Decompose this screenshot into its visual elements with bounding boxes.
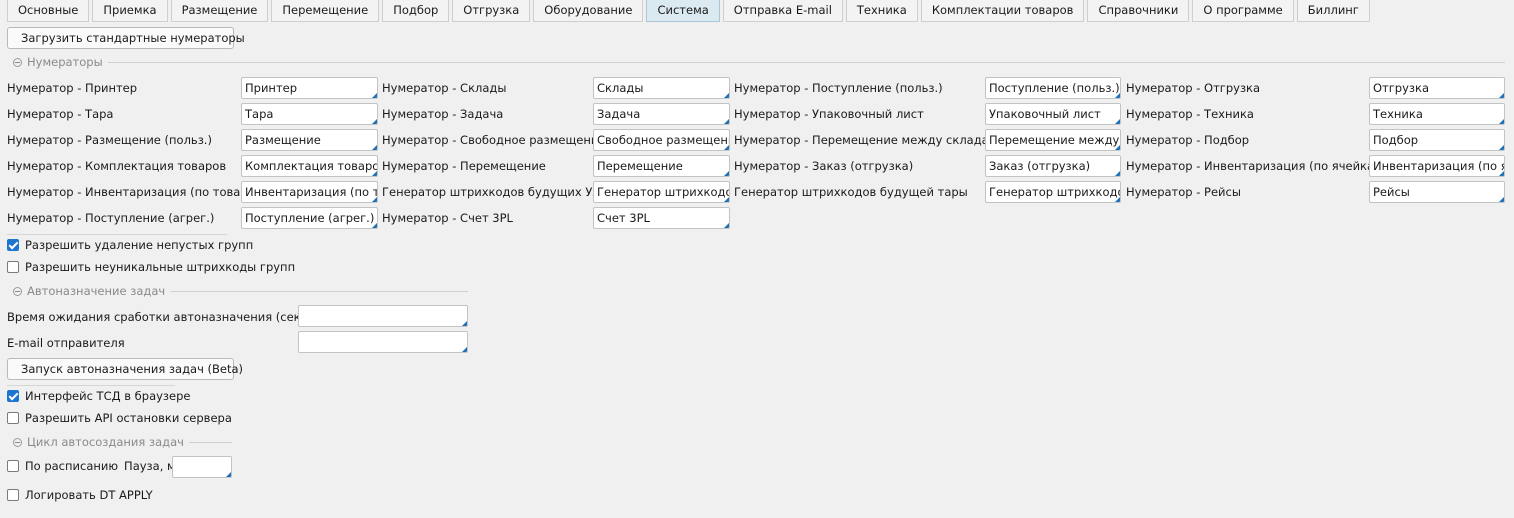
sender-email-label: E-mail отправителя: [7, 336, 125, 350]
numerator-move-field[interactable]: Перемещение: [593, 155, 730, 177]
numerator-inter-warehouse-field[interactable]: Перемещение между складами: [985, 129, 1121, 151]
tab-bar: Основные Приемка Размещение Перемещение …: [7, 0, 1370, 22]
checkbox-label: Разрешить API остановки сервера: [25, 411, 232, 425]
collapse-icon[interactable]: [13, 286, 22, 296]
numerator-label: Нумератор - Рейсы: [1126, 185, 1241, 199]
sender-email-field[interactable]: [298, 331, 468, 353]
checkbox-checked[interactable]: [7, 239, 19, 251]
numerator-trips-field[interactable]: Рейсы: [1369, 181, 1505, 203]
numerator-label: Нумератор - Тара: [7, 107, 114, 121]
numerator-invoice-3pl-field[interactable]: Счет 3PL: [593, 207, 730, 229]
checkbox[interactable]: [7, 412, 19, 424]
log-dt-apply-option[interactable]: Логировать DT APPLY: [7, 488, 153, 502]
autoassign-group-header[interactable]: Автоназначение задач: [13, 284, 468, 298]
tab-spravochniki[interactable]: Справочники: [1087, 0, 1190, 22]
numerator-label: Нумератор - Склады: [382, 81, 507, 95]
numerator-label: Нумератор - Заказ (отгрузка): [734, 159, 914, 173]
numerator-free-placement-field[interactable]: Свободное размещение: [593, 129, 730, 151]
numerator-label: Нумератор - Счет 3PL: [382, 211, 513, 225]
numerator-shipment-field[interactable]: Отгрузка: [1369, 77, 1505, 99]
allow-delete-nonempty-groups-option[interactable]: Разрешить удаление непустых групп: [7, 238, 253, 252]
numerator-tara-field[interactable]: Тара: [241, 103, 378, 125]
numerator-kitting-field[interactable]: Комплектация товаров: [241, 155, 378, 177]
tab-tekhnika[interactable]: Техника: [845, 0, 918, 22]
numerator-label: Нумератор - Инвентаризация (по товару): [7, 185, 259, 199]
group-divider: [170, 290, 468, 292]
numerator-label: Нумератор - Поступление (польз.): [734, 81, 943, 95]
tab-peremeshchenie[interactable]: Перемещение: [271, 0, 380, 22]
load-standard-numerators-button[interactable]: Загрузить стандартные нумераторы: [7, 27, 245, 49]
checkbox[interactable]: [7, 489, 19, 501]
numerator-label: Нумератор - Поступление (агрег.): [7, 211, 215, 225]
numerators-group-title: Нумераторы: [27, 55, 103, 69]
schedule-option[interactable]: По расписанию Пауза, мс: [7, 459, 182, 473]
allow-api-stop-option[interactable]: Разрешить API остановки сервера: [7, 411, 232, 425]
numerator-packing-list-field[interactable]: Упаковочный лист: [985, 103, 1121, 125]
group-divider: [107, 61, 1505, 63]
numerator-label: Нумератор - Размещение (польз.): [7, 133, 212, 147]
numerator-label: Нумератор - Инвентаризация (по ячейкам): [1126, 159, 1388, 173]
pause-ms-field[interactable]: [172, 456, 232, 478]
checkbox-label: Логировать DT APPLY: [25, 488, 153, 502]
schedule-label: По расписанию: [25, 459, 119, 473]
numerators-group-header[interactable]: Нумераторы: [13, 55, 1505, 69]
wait-time-field[interactable]: [298, 305, 468, 327]
run-autoassign-button[interactable]: Запуск автоназначения задач (Beta): [7, 358, 243, 380]
tab-o-programme[interactable]: О программе: [1192, 0, 1294, 22]
autoassign-group-title: Автоназначение задач: [27, 284, 166, 298]
checkbox-label: Интерфейс ТСД в браузере: [25, 389, 191, 403]
numerator-label: Нумератор - Упаковочный лист: [734, 107, 924, 121]
tab-otgruzka[interactable]: Отгрузка: [452, 0, 531, 22]
numerator-label: Нумератор - Подбор: [1126, 133, 1250, 147]
barcode-generator-ul-field[interactable]: Генератор штрихкодов будущих УЛ: [593, 181, 730, 203]
wait-time-label: Время ожидания сработки автоназначения (…: [7, 310, 328, 324]
tsd-browser-option[interactable]: Интерфейс ТСД в браузере: [7, 389, 191, 403]
numerator-warehouses-field[interactable]: Склады: [593, 77, 730, 99]
divider: [7, 385, 175, 386]
numerator-equipment-field[interactable]: Техника: [1369, 103, 1505, 125]
numerator-label: Нумератор - Перемещение между складами: [734, 133, 1005, 147]
tab-oborudovanie[interactable]: Оборудование: [533, 0, 644, 22]
collapse-icon[interactable]: [13, 437, 22, 447]
checkbox[interactable]: [7, 261, 19, 273]
tab-priemka[interactable]: Приемка: [92, 0, 168, 22]
barcode-generator-tara-field[interactable]: Генератор штрихкодов будущей тары: [985, 181, 1121, 203]
tab-email[interactable]: Отправка E-mail: [722, 0, 843, 22]
tab-razmeshchenie[interactable]: Размещение: [170, 0, 269, 22]
numerator-label: Нумератор - Задача: [382, 107, 504, 121]
group-divider: [188, 441, 232, 443]
numerator-order-field[interactable]: Заказ (отгрузка): [985, 155, 1121, 177]
tab-podbor[interactable]: Подбор: [382, 0, 450, 22]
numerator-label: Генератор штрихкодов будущих УЛ: [382, 185, 601, 199]
cycle-group-header[interactable]: Цикл автосоздания задач: [13, 435, 232, 449]
cycle-group-title: Цикл автосоздания задач: [27, 435, 184, 449]
checkbox-label: Разрешить неуникальные штрихкоды групп: [25, 260, 296, 274]
numerator-printer-field[interactable]: Принтер: [241, 77, 378, 99]
checkbox-label: Разрешить удаление непустых групп: [25, 238, 254, 252]
numerator-label: Нумератор - Свободное размещение: [382, 133, 606, 147]
numerator-inventory-goods-field[interactable]: Инвентаризация (по товару): [241, 181, 378, 203]
numerator-label: Нумератор - Отгрузка: [1126, 81, 1261, 95]
tab-komplektatsii[interactable]: Комплектации товаров: [920, 0, 1085, 22]
numerator-label: Нумератор - Принтер: [7, 81, 138, 95]
numerator-inventory-cells-field[interactable]: Инвентаризация (по ячейкам): [1369, 155, 1505, 177]
allow-nonunique-group-barcodes-option[interactable]: Разрешить неуникальные штрихкоды групп: [7, 260, 295, 274]
numerator-receipt-user-field[interactable]: Поступление (польз.): [985, 77, 1121, 99]
numerator-label: Нумератор - Перемещение: [382, 159, 546, 173]
collapse-icon[interactable]: [13, 57, 22, 67]
checkbox-checked[interactable]: [7, 390, 19, 402]
numerator-picking-field[interactable]: Подбор: [1369, 129, 1505, 151]
tab-osnovnye[interactable]: Основные: [7, 0, 90, 22]
numerator-placement-field[interactable]: Размещение: [241, 129, 378, 151]
divider: [7, 234, 227, 235]
numerator-label: Нумератор - Техника: [1126, 107, 1254, 121]
numerator-task-field[interactable]: Задача: [593, 103, 730, 125]
tab-sistema[interactable]: Система: [646, 0, 720, 22]
numerator-label: Генератор штрихкодов будущей тары: [734, 185, 968, 199]
checkbox[interactable]: [7, 460, 19, 472]
numerator-label: Нумератор - Комплектация товаров: [7, 159, 227, 173]
numerator-receipt-aggr-field[interactable]: Поступление (агрег.): [241, 207, 378, 229]
tab-billing[interactable]: Биллинг: [1296, 0, 1370, 22]
